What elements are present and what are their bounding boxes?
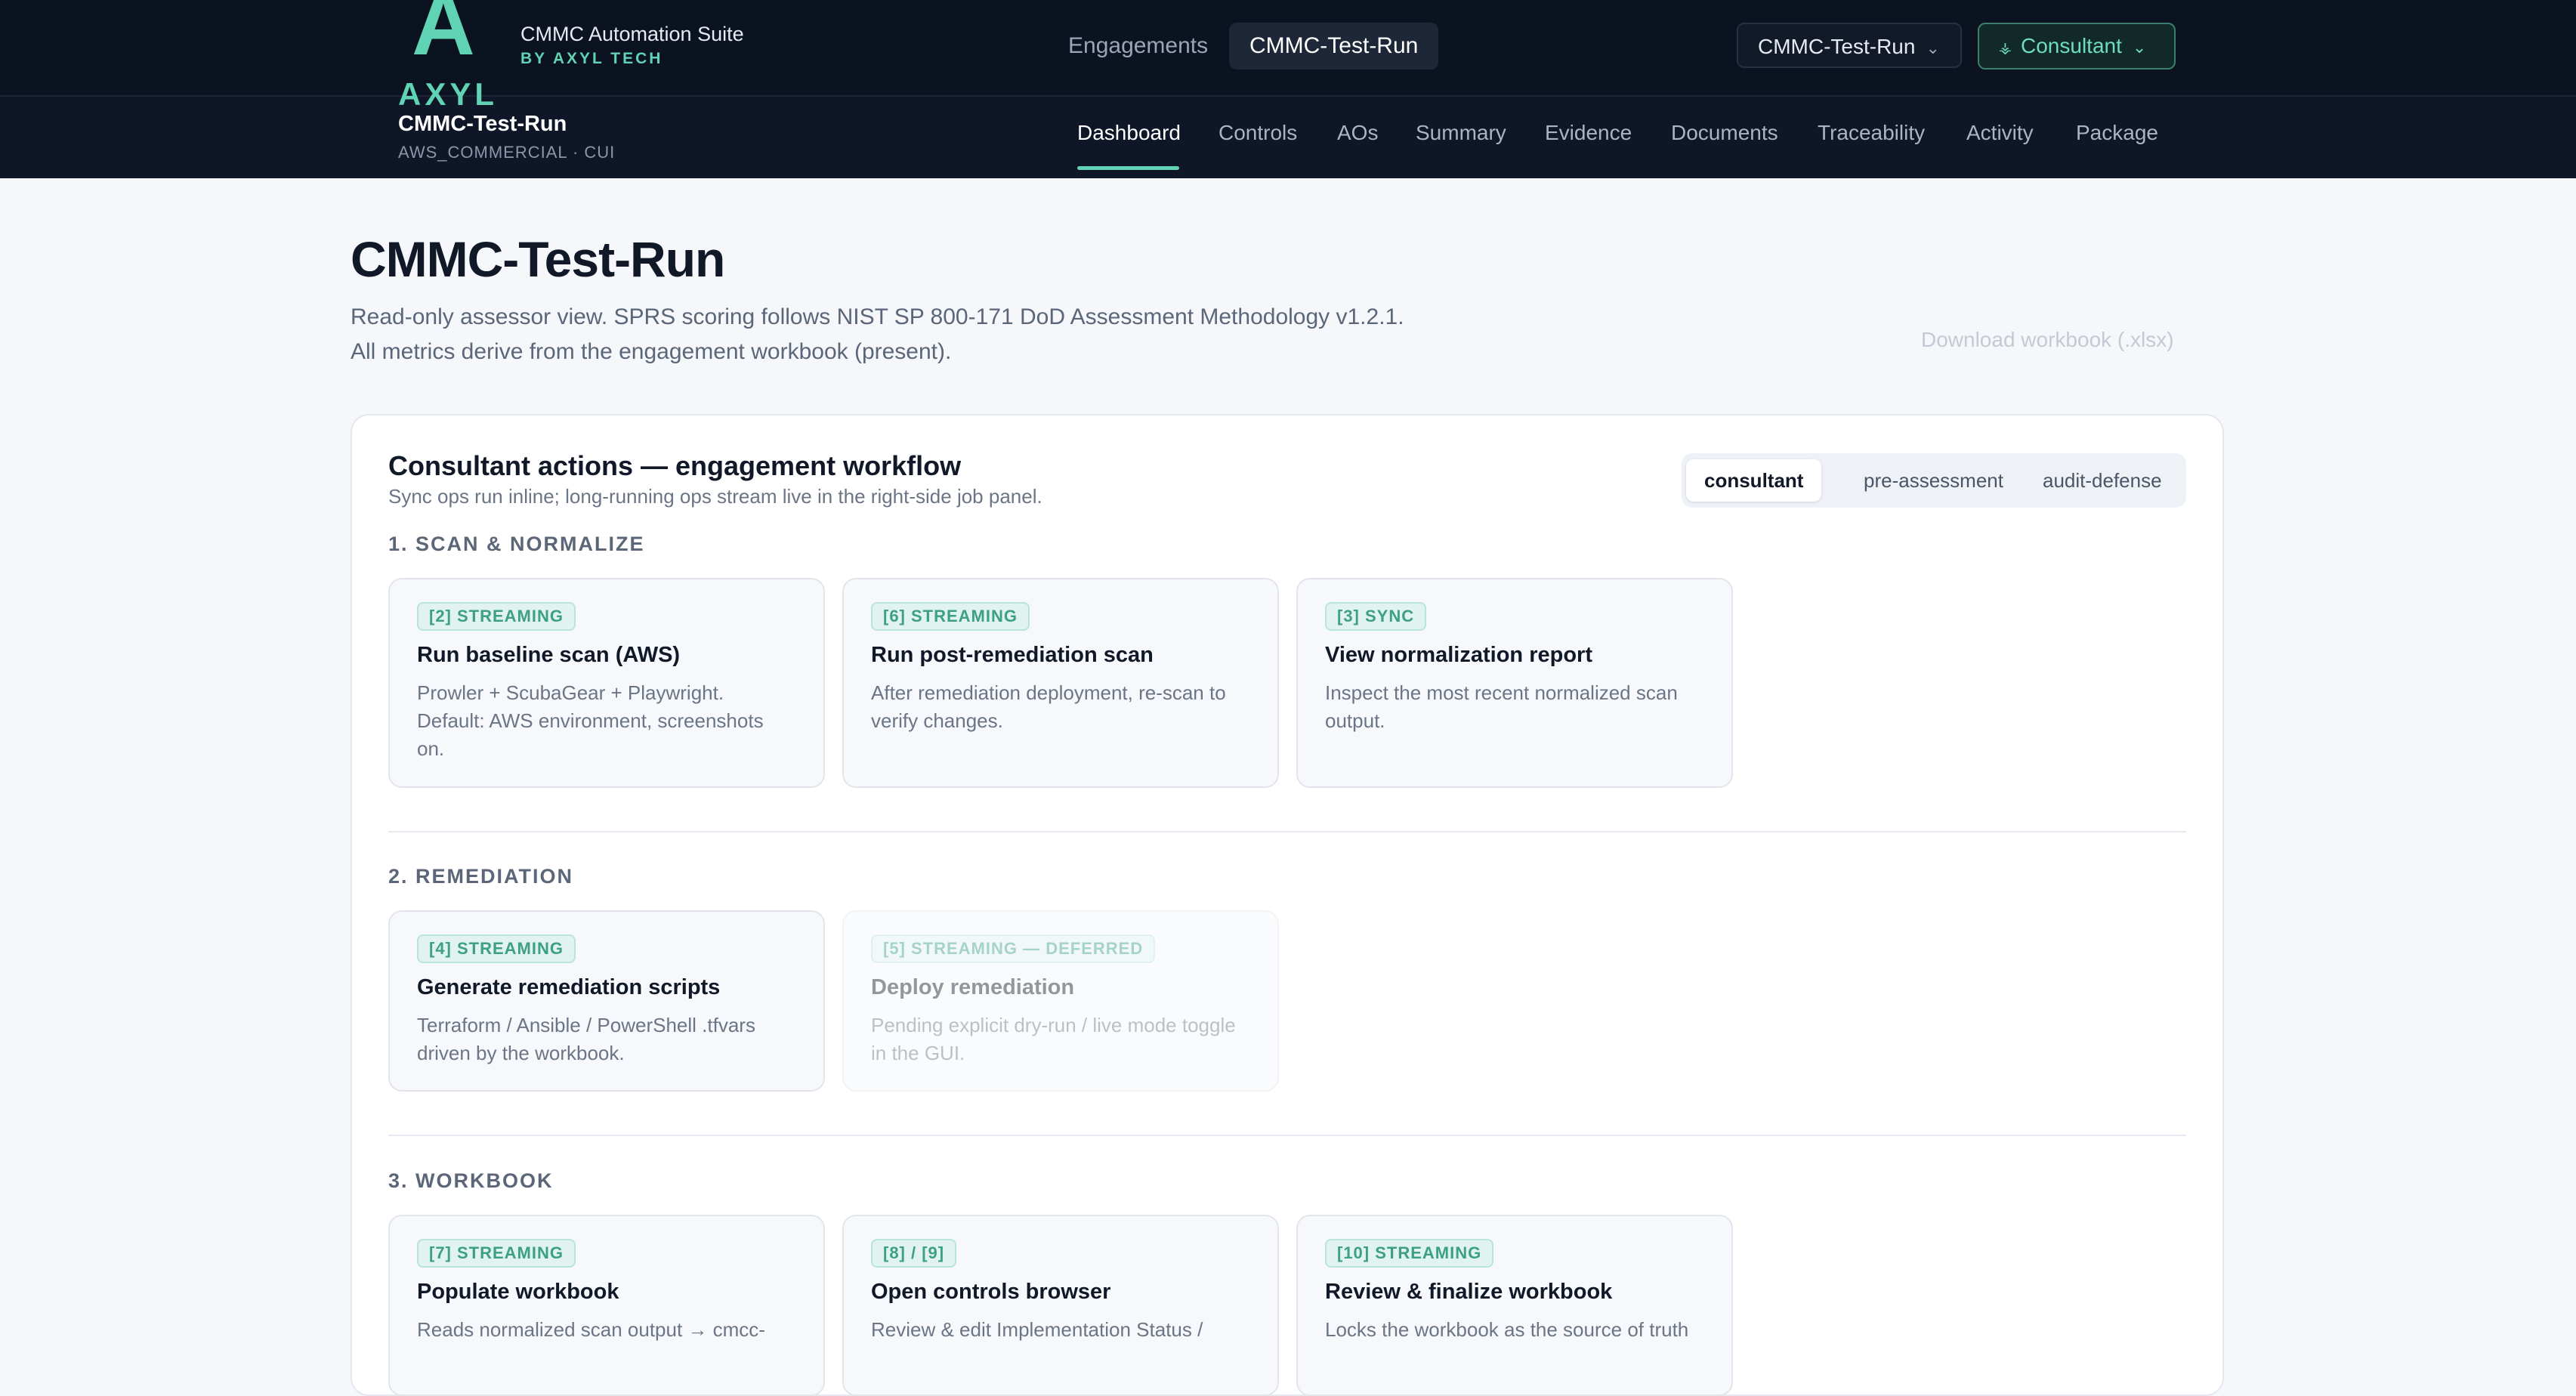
action-description: Terraform / Ansible / PowerShell .tfvars… (417, 1014, 755, 1064)
topnav-engagements[interactable]: Engagements (1048, 23, 1228, 69)
tab-pre-assessment[interactable]: pre-assessment (1846, 459, 2022, 502)
mode-badge: [5] STREAMING — DEFERRED (871, 934, 1156, 963)
action-tile-populate-workbook[interactable]: [7] STREAMING Populate workbook Reads no… (388, 1215, 825, 1396)
mode-badge: [10] STREAMING (1325, 1239, 1494, 1268)
tab-documents[interactable]: Documents (1671, 121, 1778, 154)
tab-controls[interactable]: Controls (1219, 121, 1297, 154)
brand-subtitle: BY AXYL TECH (520, 50, 663, 67)
action-title: Open controls browser (871, 1280, 1111, 1304)
role-select-value: Consultant (2021, 34, 2122, 57)
tab-activity[interactable]: Activity (1966, 121, 2034, 154)
page-intro-line-2: All metrics derive from the engagement w… (351, 339, 952, 364)
action-title: Review & finalize workbook (1325, 1280, 1613, 1304)
action-title: Run baseline scan (AWS) (417, 643, 681, 667)
action-tile-deploy-remediation: [5] STREAMING — DEFERRED Deploy remediat… (842, 910, 1279, 1092)
tab-audit-defense[interactable]: audit-defense (2025, 459, 2180, 502)
action-tile-normalization-report[interactable]: [3] SYNC View normalization report Inspe… (1296, 578, 1733, 788)
page-intro-line-1: Read-only assessor view. SPRS scoring fo… (351, 304, 1404, 329)
action-title: Populate workbook (417, 1280, 619, 1304)
mode-badge: [6] STREAMING (871, 602, 1030, 631)
brand-logo-mark: A (412, 0, 475, 73)
actions-card-subtitle: Sync ops run inline; long-running ops st… (388, 485, 1042, 508)
engagement-name: CMMC-Test-Run (398, 112, 567, 136)
engagement-environment: AWS_COMMERCIAL · CUI (398, 143, 616, 162)
project-select[interactable]: CMMC-Test-Run ⌄ (1737, 23, 1962, 68)
chevron-down-icon: ⌄ (1926, 39, 1940, 57)
project-select-value: CMMC-Test-Run (1758, 35, 1916, 58)
mode-badge: [8] / [9] (871, 1239, 957, 1268)
action-tile-controls-browser[interactable]: [8] / [9] Open controls browser Review &… (842, 1215, 1279, 1396)
lock-icon: ⚶ (1999, 40, 2012, 57)
action-description: Review & edit Implementation Status / (871, 1318, 1203, 1341)
actions-card-title: Consultant actions — engagement workflow (388, 450, 962, 481)
section-label-remediation: 2. REMEDIATION (388, 865, 574, 888)
download-workbook-link[interactable]: Download workbook (.xlsx) (1921, 328, 2174, 352)
action-description: Reads normalized scan output → cmcc- (417, 1318, 765, 1341)
tab-summary[interactable]: Summary (1416, 121, 1506, 154)
tab-package[interactable]: Package (2076, 121, 2158, 154)
action-title: Generate remediation scripts (417, 975, 721, 999)
mode-badge: [7] STREAMING (417, 1239, 576, 1268)
action-description: Inspect the most recent normalized scan … (1325, 681, 1678, 732)
action-tile-generate-remediation[interactable]: [4] STREAMING Generate remediation scrip… (388, 910, 825, 1092)
action-title: View normalization report (1325, 643, 1592, 667)
section-divider (388, 1135, 2186, 1136)
action-description: Locks the workbook as the source of trut… (1325, 1318, 1689, 1341)
section-label-workbook: 3. WORKBOOK (388, 1169, 554, 1192)
topnav-engagement-current[interactable]: CMMC-Test-Run (1229, 23, 1439, 69)
action-description: After remediation deployment, re-scan to… (871, 681, 1226, 732)
role-select[interactable]: ⚶ Consultant ⌄ (1978, 23, 2176, 69)
action-tile-post-remediation-scan[interactable]: [6] STREAMING Run post-remediation scan … (842, 578, 1279, 788)
section-divider (388, 831, 2186, 832)
page-title: CMMC-Test-Run (351, 231, 725, 287)
mode-badge: [3] SYNC (1325, 602, 1427, 631)
action-title: Run post-remediation scan (871, 643, 1154, 667)
mode-badge: [4] STREAMING (417, 934, 576, 963)
action-title: Deploy remediation (871, 975, 1075, 999)
action-description: Pending explicit dry-run / live mode tog… (871, 1014, 1236, 1064)
tab-traceability[interactable]: Traceability (1818, 121, 1925, 154)
view-mode-tabs: consultant pre-assessment audit-defense (1682, 453, 2186, 508)
section-label-scan-normalize: 1. SCAN & NORMALIZE (388, 533, 645, 555)
action-tile-baseline-scan[interactable]: [2] STREAMING Run baseline scan (AWS) Pr… (388, 578, 825, 788)
active-tab-indicator (1077, 166, 1179, 170)
action-description: Prowler + ScubaGear + Playwright. Defaul… (417, 681, 764, 760)
mode-badge: [2] STREAMING (417, 602, 576, 631)
chevron-down-icon: ⌄ (2132, 38, 2147, 57)
tab-dashboard[interactable]: Dashboard (1077, 121, 1181, 154)
brand-logo-word: AXYL (398, 76, 499, 112)
tab-aos[interactable]: AOs (1337, 121, 1378, 154)
action-tile-finalize-workbook[interactable]: [10] STREAMING Review & finalize workboo… (1296, 1215, 1733, 1396)
tab-evidence[interactable]: Evidence (1545, 121, 1632, 154)
brand-title: CMMC Automation Suite (520, 23, 744, 45)
tab-consultant[interactable]: consultant (1686, 459, 1822, 502)
